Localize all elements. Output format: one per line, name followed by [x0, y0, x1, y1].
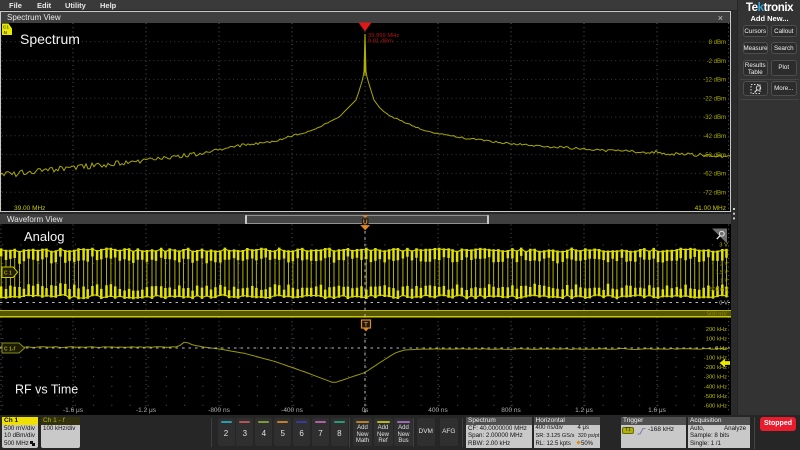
svg-text:8 dBm: 8 dBm — [709, 40, 726, 46]
svg-text:Spectrum: Spectrum — [20, 31, 80, 47]
svg-text:200 kHz: 200 kHz — [706, 327, 727, 333]
svg-text:-22 dBm: -22 dBm — [703, 96, 726, 102]
svg-text:U: U — [363, 219, 368, 226]
svg-text:RF vs Time: RF vs Time — [15, 382, 78, 396]
svg-text:C1: C1 — [3, 25, 9, 30]
svg-text:-1.2 μs: -1.2 μs — [136, 406, 157, 413]
svg-text:C 1-f: C 1-f — [4, 346, 16, 352]
svg-text:T: T — [364, 322, 368, 328]
svg-text:0s: 0s — [362, 406, 370, 413]
svg-text:-32 dBm: -32 dBm — [703, 115, 726, 121]
svg-text:400 ns: 400 ns — [428, 406, 448, 413]
svg-text:100 kHz: 100 kHz — [706, 336, 727, 342]
svg-text:-62 dBm: -62 dBm — [703, 172, 726, 178]
svg-text:-42 dBm: -42 dBm — [703, 134, 726, 140]
svg-text:1.6 μs: 1.6 μs — [648, 406, 667, 413]
svg-text:-52 dBm: -52 dBm — [703, 153, 726, 159]
svg-text:9.81 dBm: 9.81 dBm — [368, 39, 393, 45]
svg-text:3 V: 3 V — [719, 242, 728, 248]
svg-text:1.2 μs: 1.2 μs — [575, 406, 594, 413]
svg-text:-400 kHz: -400 kHz — [704, 384, 727, 390]
svg-text:Analog: Analog — [24, 229, 64, 244]
svg-text:800 ns: 800 ns — [501, 406, 521, 413]
svg-text:-12 dBm: -12 dBm — [703, 78, 726, 84]
svg-text:39.00 MHz: 39.00 MHz — [14, 205, 45, 211]
svg-text:41.00 MHz: 41.00 MHz — [695, 205, 726, 211]
svg-text:0 Hz: 0 Hz — [715, 346, 727, 352]
svg-text:-800 ns: -800 ns — [208, 406, 230, 413]
svg-text:-1.6 μs: -1.6 μs — [63, 406, 84, 413]
svg-text:500 mV: 500 mV — [710, 287, 729, 293]
svg-text:2 V: 2 V — [720, 261, 728, 267]
svg-text:C 1: C 1 — [4, 270, 12, 276]
svg-text:-600 kHz: -600 kHz — [704, 403, 727, 409]
svg-text:0 V: 0 V — [719, 300, 728, 306]
svg-text:-400 ns: -400 ns — [281, 406, 303, 413]
svg-text:500 mV: 500 mV — [707, 311, 727, 317]
svg-text:-300 kHz: -300 kHz — [704, 374, 727, 380]
svg-text:1 V: 1 V — [720, 278, 728, 284]
svg-text:-72 dBm: -72 dBm — [703, 190, 726, 196]
svg-text:1.5 V: 1.5 V — [716, 270, 729, 276]
svg-text:-2 dBm: -2 dBm — [707, 59, 726, 65]
svg-text:-500 kHz: -500 kHz — [704, 393, 727, 399]
